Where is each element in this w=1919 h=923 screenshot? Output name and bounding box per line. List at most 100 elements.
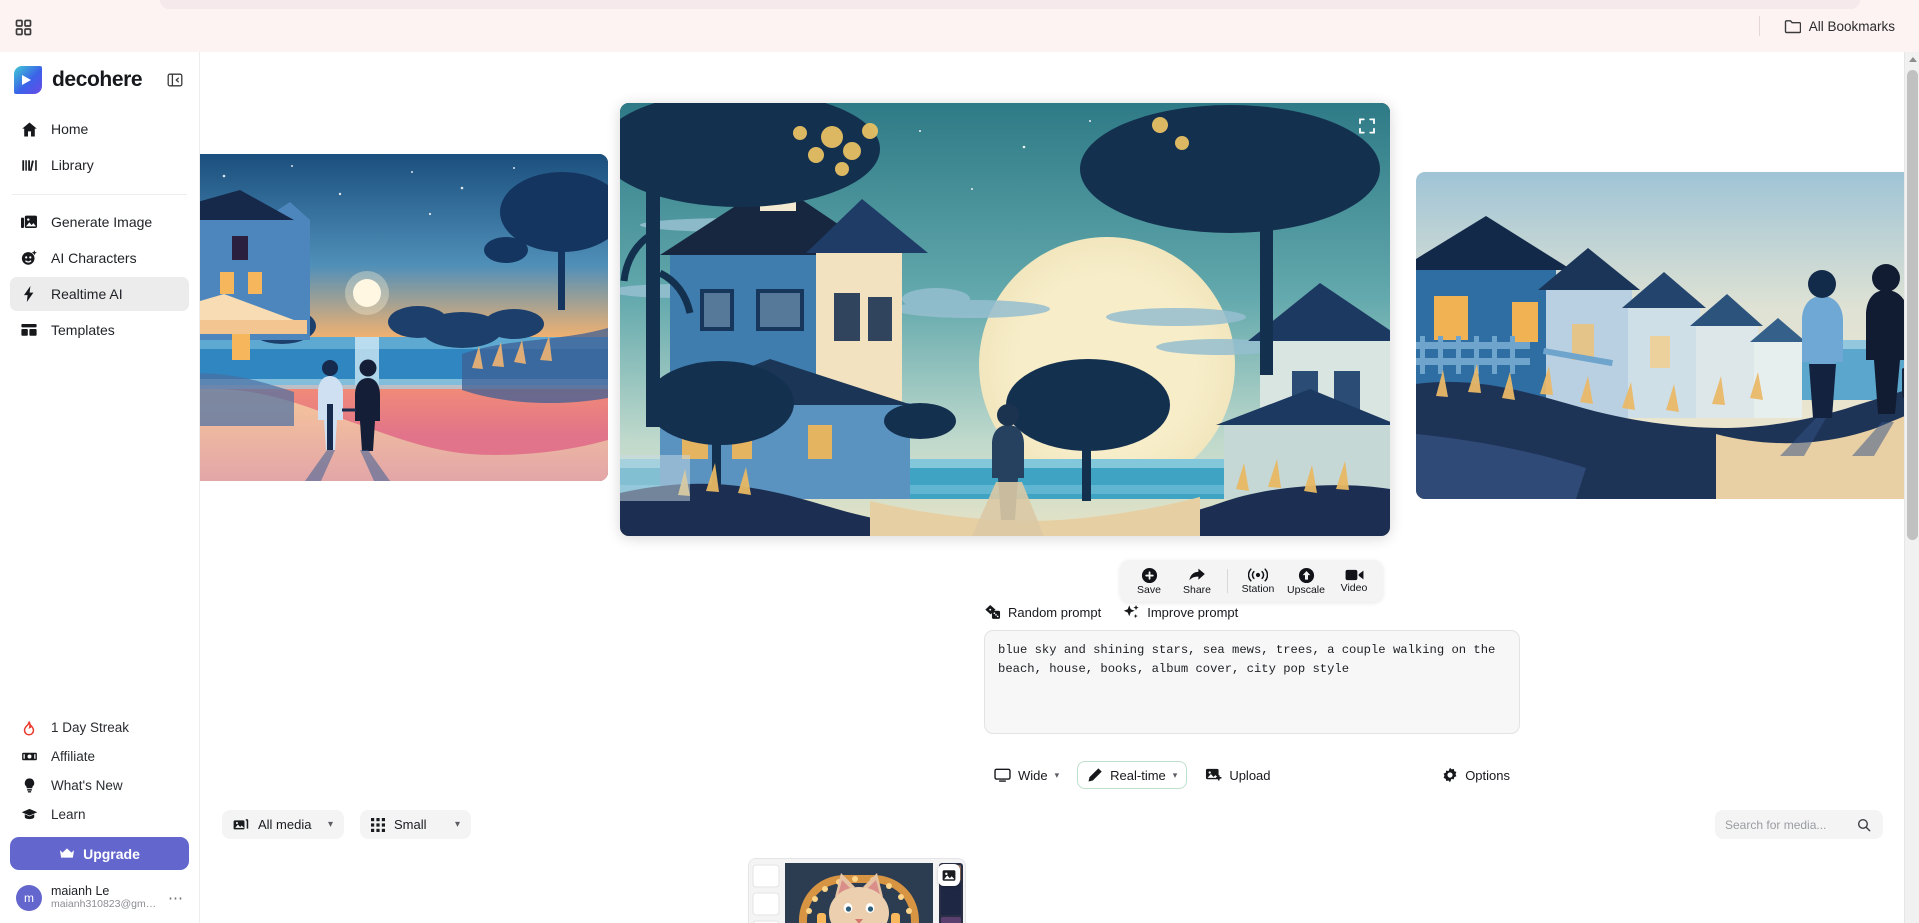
video-camera-icon xyxy=(1345,568,1364,582)
sidebar-item-label: AI Characters xyxy=(51,250,137,266)
image-badge-icon[interactable] xyxy=(938,864,960,886)
tabstrip-edge xyxy=(160,0,1860,9)
all-bookmarks-button[interactable]: All Bookmarks xyxy=(1776,15,1903,38)
broadcast-icon xyxy=(1248,567,1268,583)
page-scrollbar[interactable] xyxy=(1904,52,1919,923)
thumbnail-size-filter[interactable]: Small ▾ xyxy=(360,810,471,839)
carousel-image-next[interactable] xyxy=(1416,172,1919,499)
save-label: Save xyxy=(1137,583,1161,596)
sidebar: decohere Home Library Generate Image AI … xyxy=(0,52,200,923)
sidebar-item-ai-characters[interactable]: AI Characters xyxy=(10,241,189,275)
chevron-down-icon: ▾ xyxy=(1172,769,1178,780)
chevron-down-icon: ▾ xyxy=(327,819,333,830)
character-sparkle-icon xyxy=(20,249,38,267)
account-email: maianh310823@gmail.com xyxy=(51,898,157,910)
upload-label: Upload xyxy=(1229,767,1271,783)
flame-icon xyxy=(20,719,38,737)
mode-label: Real-time xyxy=(1110,767,1166,783)
expand-fullscreen-icon[interactable] xyxy=(1355,114,1379,138)
sparkles-icon xyxy=(1123,604,1140,620)
sidebar-item-realtime-ai[interactable]: Realtime AI xyxy=(10,277,189,311)
random-prompt-label: Random prompt xyxy=(1008,604,1102,620)
brand-header: decohere xyxy=(0,52,199,108)
account-name: maianh Le xyxy=(51,884,110,898)
save-button[interactable]: Save xyxy=(1126,562,1172,600)
thumbnail-size-label: Small xyxy=(394,817,427,832)
media-filter-bar: All media ▾ Small ▾ xyxy=(200,810,1919,844)
upscale-button[interactable]: Upscale xyxy=(1283,562,1329,600)
bookmarks-right-group: All Bookmarks xyxy=(1758,12,1903,40)
sidebar-footer: 1 Day Streak Affiliate What's New Learn … xyxy=(0,713,199,923)
sidebar-item-learn[interactable]: Learn xyxy=(10,800,189,829)
grid-apps-icon[interactable] xyxy=(10,14,36,40)
sidebar-item-whats-new[interactable]: What's New xyxy=(10,771,189,800)
carousel-image-current[interactable] xyxy=(620,103,1390,536)
sidebar-item-label: What's New xyxy=(51,778,123,793)
image-stack-icon xyxy=(20,213,38,231)
brand-name: decohere xyxy=(52,68,143,91)
bookmarks-divider xyxy=(1758,16,1760,36)
avatar: m xyxy=(16,884,42,911)
random-prompt-button[interactable]: Random prompt xyxy=(984,604,1101,620)
options-control[interactable]: Options xyxy=(1432,761,1520,789)
generation-controls: Wide ▾ Real-time ▾ Upload Options xyxy=(984,760,1520,790)
scroll-up-arrow-icon[interactable] xyxy=(1905,52,1919,68)
grid-size-icon xyxy=(371,817,385,832)
search-input[interactable] xyxy=(1725,817,1857,832)
upload-control[interactable]: Upload xyxy=(1195,761,1280,789)
all-bookmarks-label: All Bookmarks xyxy=(1808,18,1895,34)
media-type-label: All media xyxy=(258,817,312,832)
crown-icon xyxy=(59,847,75,860)
app-shell: decohere Home Library Generate Image AI … xyxy=(0,52,1919,923)
media-card[interactable]: HVMO xyxy=(748,858,966,923)
library-icon xyxy=(20,156,38,174)
video-button[interactable]: Video xyxy=(1331,562,1377,600)
templates-grid-icon xyxy=(20,321,38,339)
gear-icon xyxy=(1442,767,1458,783)
aspect-ratio-control[interactable]: Wide ▾ xyxy=(984,761,1069,789)
money-icon xyxy=(20,748,38,766)
upgrade-label: Upgrade xyxy=(83,845,140,862)
sidebar-item-home[interactable]: Home xyxy=(10,112,189,146)
mode-control[interactable]: Real-time ▾ xyxy=(1077,761,1188,789)
search-icon[interactable] xyxy=(1857,818,1871,832)
sidebar-item-affiliate[interactable]: Affiliate xyxy=(10,742,189,771)
sidebar-item-label: Generate Image xyxy=(51,214,153,230)
sidebar-item-streak[interactable]: 1 Day Streak xyxy=(10,713,189,742)
nav-primary: Home Library xyxy=(0,108,199,188)
account-info: maianh Le maianh310823@gmail.com xyxy=(51,884,157,911)
sidebar-item-label: Library xyxy=(51,157,94,173)
scrollbar-thumb[interactable] xyxy=(1907,70,1918,540)
panel-collapse-icon[interactable] xyxy=(165,70,185,90)
improve-prompt-button[interactable]: Improve prompt xyxy=(1123,604,1238,620)
account-row[interactable]: m maianh Le maianh310823@gmail.com ⋯ xyxy=(10,880,189,915)
folder-icon xyxy=(1784,19,1801,34)
station-button[interactable]: Station xyxy=(1235,562,1281,600)
prompt-input[interactable] xyxy=(984,630,1520,734)
home-icon xyxy=(20,120,38,138)
video-label: Video xyxy=(1340,582,1368,594)
plus-circle-icon xyxy=(1141,567,1158,584)
media-search[interactable] xyxy=(1715,810,1883,839)
carousel-image-previous[interactable] xyxy=(200,154,608,481)
upload-image-icon xyxy=(1205,767,1222,783)
station-label: Station xyxy=(1241,583,1275,595)
sidebar-item-label: Affiliate xyxy=(51,749,96,764)
prompt-section: Random prompt Improve prompt xyxy=(984,604,1520,739)
sidebar-item-templates[interactable]: Templates xyxy=(10,313,189,347)
nav-divider xyxy=(12,194,187,195)
sidebar-item-library[interactable]: Library xyxy=(10,148,189,182)
options-label: Options xyxy=(1465,767,1510,783)
upscale-label: Upscale xyxy=(1287,583,1325,596)
monitor-icon xyxy=(994,768,1011,782)
media-type-filter[interactable]: All media ▾ xyxy=(222,810,344,839)
decohere-logo-icon xyxy=(14,66,42,94)
sidebar-item-label: Home xyxy=(51,121,89,137)
media-gallery: HVMO xyxy=(200,858,1919,923)
share-button[interactable]: Share xyxy=(1174,562,1220,600)
upgrade-button[interactable]: Upgrade xyxy=(10,837,189,870)
ellipsis-icon[interactable]: ⋯ xyxy=(166,889,183,907)
pencil-icon xyxy=(1087,767,1103,783)
media-filter-icon xyxy=(233,817,249,832)
sidebar-item-generate-image[interactable]: Generate Image xyxy=(10,205,189,239)
